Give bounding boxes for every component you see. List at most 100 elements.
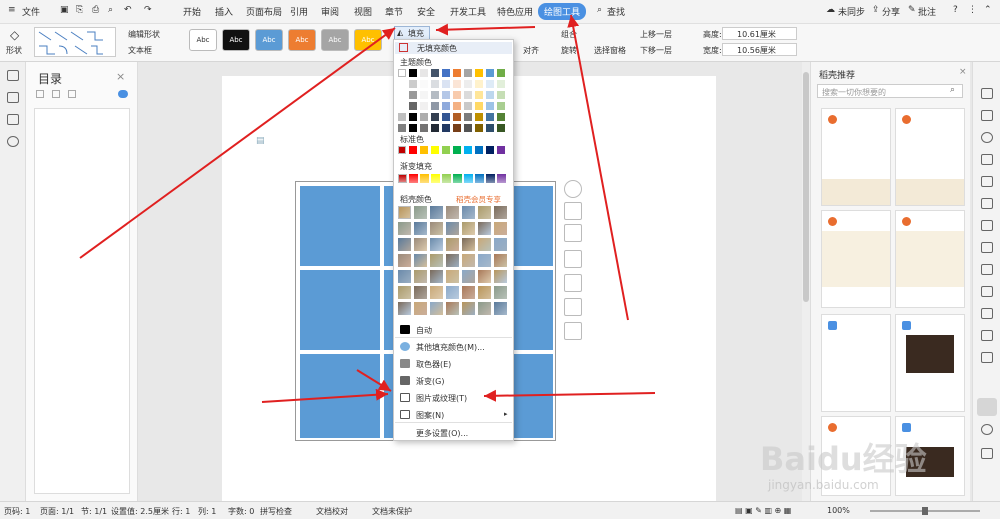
more-colors-item[interactable]: 其他填充颜色(M)... [416, 342, 485, 353]
no-fill-item[interactable]: 无填充颜色 [395, 42, 512, 54]
symbol-icon[interactable] [981, 330, 993, 341]
robot-icon[interactable] [118, 90, 128, 98]
view-icon[interactable]: ▤ ▣ ✎ ▥ ⊕ ▦ [735, 506, 791, 515]
color-swatch[interactable] [414, 254, 427, 267]
level-icon[interactable] [68, 90, 76, 98]
color-swatch[interactable] [453, 174, 462, 183]
color-swatch[interactable] [398, 91, 406, 99]
color-swatch[interactable] [442, 91, 450, 99]
copy-icon[interactable] [981, 154, 993, 165]
color-swatch[interactable] [414, 270, 427, 283]
color-swatch[interactable] [453, 80, 461, 88]
color-swatch[interactable] [431, 174, 440, 183]
color-swatch[interactable] [409, 113, 417, 121]
color-swatch[interactable] [414, 238, 427, 251]
color-swatch[interactable] [398, 102, 406, 110]
height-field[interactable]: 10.61厘米 [722, 27, 797, 40]
edit-icon[interactable] [981, 176, 993, 187]
color-swatch[interactable] [446, 286, 459, 299]
tab-home[interactable]: 开始 [183, 5, 201, 18]
color-swatch[interactable] [409, 80, 417, 88]
more-tools-icon[interactable] [564, 322, 582, 340]
color-swatch[interactable] [486, 102, 494, 110]
color-swatch[interactable] [430, 302, 443, 315]
style-gray[interactable]: Abc [321, 29, 349, 51]
color-swatch[interactable] [409, 124, 417, 132]
close-icon[interactable]: × [959, 67, 967, 77]
auto-item[interactable]: 自动 [416, 325, 432, 336]
color-swatch[interactable] [398, 270, 411, 283]
color-swatch[interactable] [497, 146, 505, 154]
paste-icon[interactable]: ▤ [256, 136, 265, 146]
color-swatch[interactable] [486, 174, 495, 183]
print-icon[interactable]: ⎙ [92, 5, 99, 15]
color-swatch[interactable] [398, 124, 406, 132]
color-swatch[interactable] [442, 113, 450, 121]
color-swatch[interactable] [398, 174, 407, 183]
tab-chapter[interactable]: 章节 [385, 5, 403, 18]
template-thumb[interactable] [895, 314, 965, 412]
color-swatch[interactable] [442, 124, 450, 132]
send-backward-button[interactable]: 下移一层 [640, 45, 672, 56]
chart-icon[interactable] [981, 242, 993, 253]
layout-icon[interactable] [564, 202, 582, 220]
color-swatch[interactable] [494, 222, 507, 235]
color-swatch[interactable] [462, 222, 475, 235]
template-thumb[interactable] [821, 108, 891, 206]
search-icon[interactable]: ⌕ [950, 85, 955, 95]
color-swatch[interactable] [464, 91, 472, 99]
tab-special[interactable]: 特色应用 [497, 5, 533, 18]
share-icon[interactable] [981, 448, 993, 459]
save-icon[interactable]: ▣ [60, 5, 69, 15]
color-swatch[interactable] [442, 69, 450, 77]
color-swatch[interactable] [494, 206, 507, 219]
color-swatch[interactable] [420, 174, 429, 183]
selection-pane-button[interactable]: 选择窗格 [594, 45, 626, 56]
color-swatch[interactable] [486, 80, 494, 88]
share-button[interactable]: 分享 [882, 5, 900, 18]
text-icon[interactable] [981, 286, 993, 297]
color-swatch[interactable] [398, 254, 411, 267]
style-white[interactable]: Abc [189, 29, 217, 51]
color-swatch[interactable] [398, 146, 406, 154]
bring-forward-button[interactable]: 上移一层 [640, 29, 672, 40]
color-swatch[interactable] [430, 286, 443, 299]
color-swatch[interactable] [420, 102, 428, 110]
color-swatch[interactable] [497, 102, 505, 110]
color-swatch[interactable] [486, 69, 494, 77]
template-thumb[interactable] [895, 210, 965, 308]
color-swatch[interactable] [453, 113, 461, 121]
more-icon[interactable]: ⋮ [968, 5, 977, 15]
zoom-slider[interactable] [870, 507, 980, 515]
color-swatch[interactable] [497, 113, 505, 121]
table-icon[interactable] [981, 198, 993, 209]
color-swatch[interactable] [464, 124, 472, 132]
color-swatch[interactable] [497, 80, 505, 88]
color-swatch[interactable] [497, 174, 506, 183]
gradient-row[interactable] [398, 174, 510, 188]
color-swatch[interactable] [464, 80, 472, 88]
color-swatch[interactable] [478, 286, 491, 299]
pattern-item[interactable]: 图案(N) [416, 410, 444, 421]
tab-insert[interactable]: 插入 [215, 5, 233, 18]
color-swatch[interactable] [475, 146, 483, 154]
color-swatch[interactable] [446, 270, 459, 283]
pen-icon[interactable] [981, 88, 993, 99]
color-swatch[interactable] [446, 238, 459, 251]
collapse-icon[interactable]: ⌃ [984, 5, 992, 15]
color-swatch[interactable] [431, 113, 439, 121]
color-swatch[interactable] [409, 102, 417, 110]
tab-view[interactable]: 视图 [354, 5, 372, 18]
link-icon[interactable] [981, 308, 993, 319]
grid-cell[interactable] [300, 354, 380, 438]
template-thumb[interactable] [821, 210, 891, 308]
color-swatch[interactable] [431, 69, 439, 77]
edit-shape-button[interactable]: 编辑形状 [128, 29, 160, 40]
color-swatch[interactable] [409, 146, 417, 154]
color-swatch[interactable] [478, 270, 491, 283]
color-swatch[interactable] [398, 222, 411, 235]
color-swatch[interactable] [431, 91, 439, 99]
color-swatch[interactable] [462, 286, 475, 299]
doc-protect[interactable]: 文档未保护 [372, 506, 412, 517]
color-swatch[interactable] [430, 270, 443, 283]
